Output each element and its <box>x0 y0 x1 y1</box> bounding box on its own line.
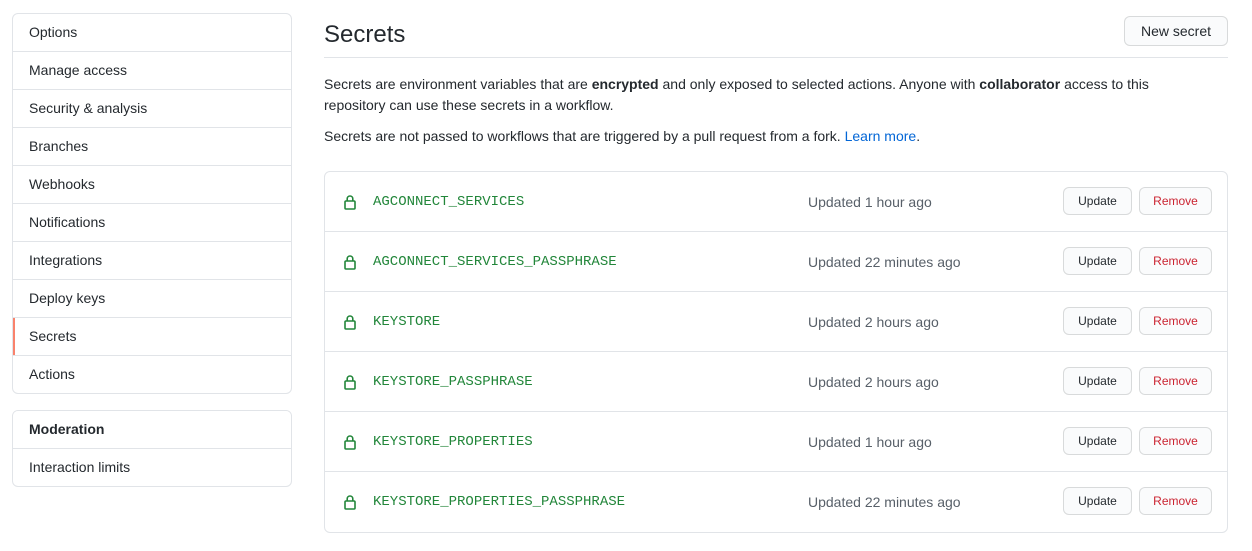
update-button[interactable]: Update <box>1063 487 1132 515</box>
secret-row: KEYSTORE_PROPERTIES_PASSPHRASE Updated 2… <box>325 472 1227 532</box>
update-button[interactable]: Update <box>1063 367 1132 395</box>
secret-updated: Updated 2 hours ago <box>808 314 939 330</box>
desc-text-2: and only exposed to selected actions. An… <box>658 76 980 92</box>
secret-row: KEYSTORE_PROPERTIES Updated 1 hour ago U… <box>325 412 1227 472</box>
remove-button[interactable]: Remove <box>1139 247 1212 275</box>
fork-note: Secrets are not passed to workflows that… <box>324 126 1228 147</box>
remove-button[interactable]: Remove <box>1139 187 1212 215</box>
remove-button[interactable]: Remove <box>1139 487 1212 515</box>
secrets-description: Secrets are environment variables that a… <box>324 74 1204 116</box>
secrets-list: AGCONNECT_SERVICES Updated 1 hour ago Up… <box>324 171 1228 533</box>
sidebar-item-interaction-limits[interactable]: Interaction limits <box>13 449 291 486</box>
sidebar-item-options[interactable]: Options <box>13 14 291 52</box>
secret-updated: Updated 22 minutes ago <box>808 254 961 270</box>
lock-icon <box>344 495 356 510</box>
sidebar-item-deploy-keys[interactable]: Deploy keys <box>13 280 291 318</box>
moderation-menu: Moderation Interaction limits <box>12 410 292 487</box>
update-button[interactable]: Update <box>1063 307 1132 335</box>
lock-icon <box>344 375 356 390</box>
secret-name: KEYSTORE_PASSPHRASE <box>373 374 533 390</box>
secret-row: KEYSTORE Updated 2 hours ago Update Remo… <box>325 292 1227 352</box>
fork-note-text: Secrets are not passed to workflows that… <box>324 128 845 144</box>
secret-updated: Updated 1 hour ago <box>808 194 932 210</box>
page-title: Secrets <box>324 21 406 48</box>
update-button[interactable]: Update <box>1063 427 1132 455</box>
sidebar-item-notifications[interactable]: Notifications <box>13 204 291 242</box>
update-button[interactable]: Update <box>1063 247 1132 275</box>
fork-note-period: . <box>916 128 921 144</box>
remove-button[interactable]: Remove <box>1139 427 1212 455</box>
lock-icon <box>344 255 356 270</box>
learn-more-link[interactable]: Learn more <box>845 128 917 144</box>
sidebar-item-manage-access[interactable]: Manage access <box>13 52 291 90</box>
desc-bold-collaborator: collaborator <box>979 76 1061 92</box>
update-button[interactable]: Update <box>1063 187 1132 215</box>
secret-name: KEYSTORE_PROPERTIES_PASSPHRASE <box>373 494 626 510</box>
remove-button[interactable]: Remove <box>1139 307 1212 335</box>
secret-row: AGCONNECT_SERVICES Updated 1 hour ago Up… <box>325 172 1227 232</box>
secret-updated: Updated 2 hours ago <box>808 374 939 390</box>
lock-icon <box>344 435 356 450</box>
sidebar-item-integrations[interactable]: Integrations <box>13 242 291 280</box>
sidebar-item-webhooks[interactable]: Webhooks <box>13 166 291 204</box>
secret-updated: Updated 1 hour ago <box>808 434 932 450</box>
desc-text-1: Secrets are environment variables that a… <box>324 76 592 92</box>
sidebar-item-actions[interactable]: Actions <box>13 356 291 393</box>
desc-bold-encrypted: encrypted <box>591 76 659 92</box>
secret-name: AGCONNECT_SERVICES_PASSPHRASE <box>373 254 617 270</box>
secret-updated: Updated 22 minutes ago <box>808 494 961 510</box>
lock-icon <box>344 195 356 210</box>
secret-name: KEYSTORE_PROPERTIES <box>373 434 533 450</box>
secrets-main: Secrets New secret Secrets are environme… <box>324 13 1228 533</box>
settings-menu: Options Manage access Security & analysi… <box>12 13 292 394</box>
secret-row: AGCONNECT_SERVICES_PASSPHRASE Updated 22… <box>325 232 1227 292</box>
secret-name: KEYSTORE <box>373 314 441 330</box>
sidebar-item-security-analysis[interactable]: Security & analysis <box>13 90 291 128</box>
new-secret-button[interactable]: New secret <box>1123 16 1228 46</box>
moderation-heading: Moderation <box>13 411 291 449</box>
settings-sidebar: Options Manage access Security & analysi… <box>12 13 292 487</box>
sidebar-item-branches[interactable]: Branches <box>13 128 291 166</box>
sidebar-item-secrets[interactable]: Secrets <box>13 318 291 356</box>
secret-row: KEYSTORE_PASSPHRASE Updated 2 hours ago … <box>325 352 1227 412</box>
page-header: Secrets New secret <box>324 13 1228 58</box>
lock-icon <box>344 315 356 330</box>
secret-name: AGCONNECT_SERVICES <box>373 194 525 210</box>
remove-button[interactable]: Remove <box>1139 367 1212 395</box>
